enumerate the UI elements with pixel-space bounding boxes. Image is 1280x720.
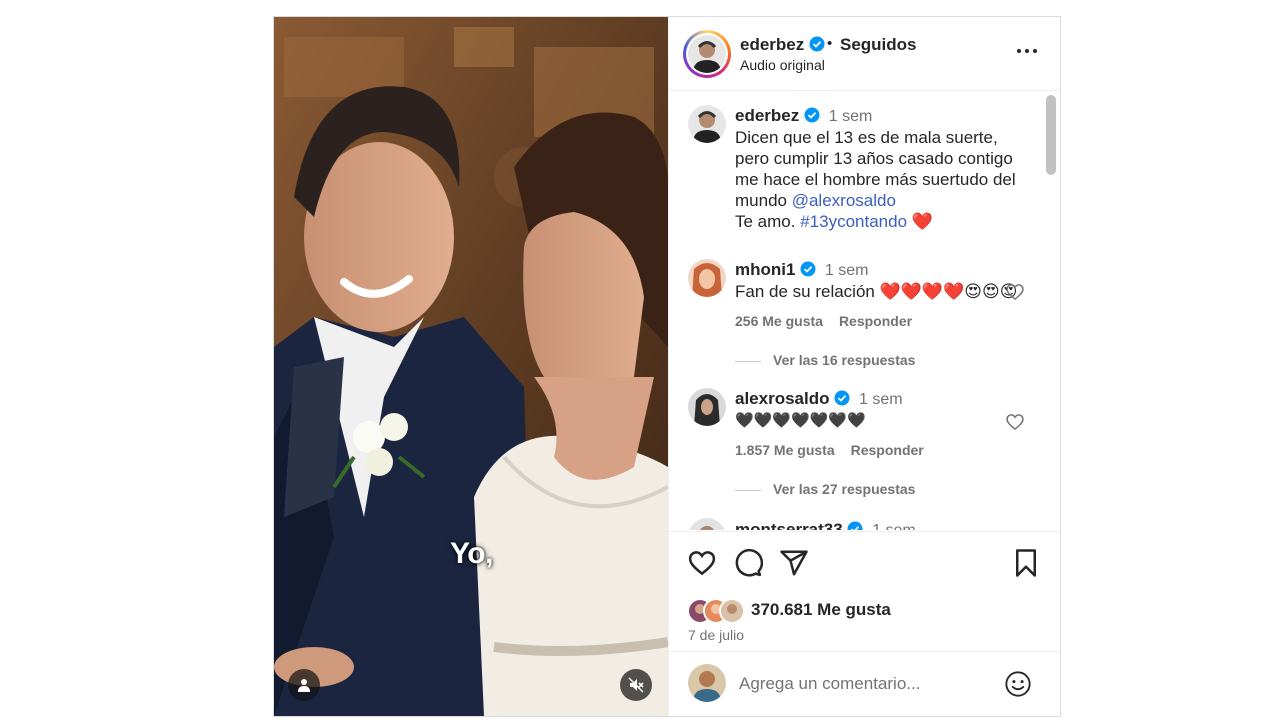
comment-username-row: alexrosaldo 1 sem <box>735 389 903 409</box>
reply-button[interactable]: Responder <box>839 313 912 329</box>
replies-divider <box>735 360 761 362</box>
comment-time: 1 sem <box>858 391 903 408</box>
liker-avatar <box>719 598 745 624</box>
replies-divider <box>735 489 761 491</box>
comment-username[interactable]: alexrosaldo <box>735 389 830 408</box>
caption-line: mundo @alexrosaldo <box>735 190 1035 211</box>
more-options-icon <box>1017 49 1037 53</box>
avatar <box>688 105 726 143</box>
author-avatar-story-ring[interactable] <box>683 30 731 78</box>
reply-button[interactable]: Responder <box>851 442 924 458</box>
instagram-post: Yo, ederbez • Seguidos Audio original ed… <box>273 16 1061 717</box>
audio-link[interactable]: Audio original <box>740 57 825 73</box>
separator-dot: • <box>827 35 833 52</box>
author-username: ederbez <box>740 35 805 54</box>
comment-time: 1 sem <box>824 262 869 279</box>
comment-input[interactable] <box>739 672 999 696</box>
post-details-panel: ederbez • Seguidos Audio original ederbe… <box>668 17 1061 716</box>
avatar <box>688 518 726 530</box>
comment-likes[interactable]: 256 Me gusta <box>735 313 823 329</box>
caption-text: Dicen que el 13 es de mala suerte, pero … <box>735 127 1035 232</box>
caption-username[interactable]: ederbez <box>735 106 799 125</box>
comment-meta: 256 Me gusta Responder <box>735 313 912 329</box>
tagged-users-button[interactable] <box>288 669 320 701</box>
avatar <box>688 259 726 297</box>
emoji-icon[interactable] <box>1004 670 1032 698</box>
caption-line: me hace el hombre más suertudo del <box>735 170 1016 189</box>
comment-avatar[interactable] <box>688 259 726 297</box>
comment-username-row: mhoni1 1 sem <box>735 260 869 280</box>
mute-button[interactable] <box>620 669 652 701</box>
comments-list[interactable]: ederbez 1 sem Dicen que el 13 es de mala… <box>669 92 1061 530</box>
caption-line: Te amo. #13ycontando ❤️ <box>735 211 1035 232</box>
likers-avatars[interactable] <box>687 598 747 624</box>
following-button[interactable]: Seguidos <box>840 35 917 55</box>
likes-count[interactable]: 370.681 Me gusta <box>751 600 891 620</box>
view-replies-button[interactable]: Ver las 27 respuestas <box>735 481 915 497</box>
avatar <box>688 35 726 73</box>
avatar <box>688 388 726 426</box>
bookmark-icon[interactable] <box>1011 548 1041 578</box>
comment-icon[interactable] <box>733 548 763 578</box>
heart-icon[interactable] <box>1005 282 1025 302</box>
heart-icon[interactable] <box>687 548 717 578</box>
heart-emoji: ❤️ <box>911 212 933 231</box>
verified-badge-icon <box>809 36 825 52</box>
view-replies-button[interactable]: Ver las 16 respuestas <box>735 352 915 368</box>
video-frame <box>274 17 668 716</box>
comment-username-row: montserrat33 1 sem <box>735 520 916 530</box>
comment-text: 🖤🖤🖤🖤🖤🖤🖤 <box>735 412 866 429</box>
share-icon[interactable] <box>779 548 809 578</box>
muted-speaker-icon <box>628 677 644 693</box>
comments-scrollbar[interactable] <box>1046 95 1056 175</box>
caption-line: Dicen que el 13 es de mala suerte, <box>735 128 998 147</box>
verified-badge-icon <box>847 521 863 530</box>
caption-avatar[interactable] <box>688 105 726 143</box>
post-date[interactable]: 7 de julio <box>688 627 744 643</box>
video-subtitle: Yo, <box>450 537 493 570</box>
video-player[interactable]: Yo, <box>274 17 668 716</box>
comment-avatar[interactable] <box>688 518 726 530</box>
comment-username[interactable]: mhoni1 <box>735 260 795 279</box>
more-options-button[interactable] <box>1013 41 1041 61</box>
comment-username[interactable]: montserrat33 <box>735 520 843 530</box>
comment-likes[interactable]: 1.857 Me gusta <box>735 442 835 458</box>
comment-text: Fan de su relación ❤️❤️❤️❤️😍😍😍 <box>735 282 1018 301</box>
comment-time: 1 sem <box>872 522 916 530</box>
caption-username-row: ederbez 1 sem <box>735 106 872 126</box>
user-icon <box>298 679 310 692</box>
caption-time: 1 sem <box>828 108 873 125</box>
heart-icon[interactable] <box>1005 412 1025 432</box>
caption-line-text: mundo <box>735 191 787 210</box>
comment-avatar[interactable] <box>688 388 726 426</box>
add-comment-bar <box>669 651 1061 716</box>
verified-badge-icon <box>834 390 850 406</box>
caption-line-text: Te amo. <box>735 212 796 231</box>
verified-badge-icon <box>800 261 816 277</box>
post-actions: 370.681 Me gusta 7 de julio <box>669 531 1061 651</box>
view-replies-label: Ver las 27 respuestas <box>773 481 916 497</box>
caption-line: pero cumplir 13 años casado contigo <box>735 149 1013 168</box>
author-username-link[interactable]: ederbez <box>740 35 825 55</box>
current-user-avatar <box>688 664 726 702</box>
post-header: ederbez • Seguidos Audio original <box>669 17 1061 91</box>
view-replies-label: Ver las 16 respuestas <box>773 352 916 368</box>
hashtag-link[interactable]: #13ycontando <box>800 212 907 231</box>
verified-badge-icon <box>804 107 820 123</box>
mention-link[interactable]: @alexrosaldo <box>792 191 896 210</box>
comment-meta: 1.857 Me gusta Responder <box>735 442 924 458</box>
